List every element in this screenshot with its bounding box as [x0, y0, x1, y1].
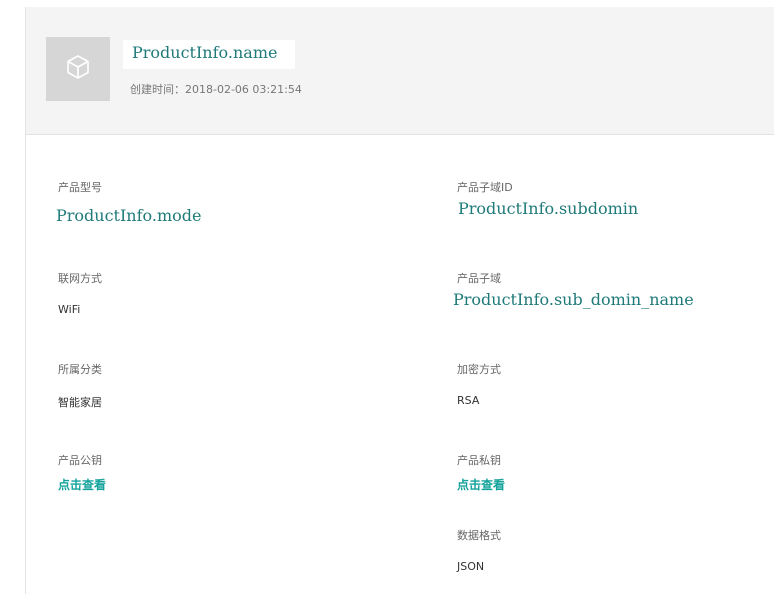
product-detail-panel: ProductInfo.name 创建时间：2018-02-06 03:21:5… [25, 7, 774, 594]
category-label: 所属分类 [58, 363, 102, 376]
created-time-label: 创建时间： [130, 83, 185, 96]
data-format-value: JSON [457, 560, 485, 573]
subdomain-value: ProductInfo.sub_domin_name [453, 290, 694, 309]
encryption-label: 加密方式 [457, 363, 501, 376]
product-header: ProductInfo.name 创建时间：2018-02-06 03:21:5… [26, 7, 774, 135]
network-label: 联网方式 [58, 272, 102, 285]
subdomain-label: 产品子域 [457, 272, 501, 285]
subdomain-id-label: 产品子域ID [457, 181, 513, 194]
view-private-key-link[interactable]: 点击查看 [457, 476, 505, 493]
private-key-label: 产品私钥 [457, 454, 501, 467]
network-value: WiFi [58, 303, 81, 316]
data-format-label: 数据格式 [457, 529, 501, 542]
product-thumbnail [46, 37, 110, 101]
product-name: ProductInfo.name [123, 40, 295, 69]
model-value: ProductInfo.mode [56, 206, 202, 225]
subdomain-id-value: ProductInfo.subdomin [458, 199, 639, 218]
cube-icon [64, 53, 92, 85]
encryption-value: RSA [457, 394, 480, 407]
created-time-value: 2018-02-06 03:21:54 [185, 83, 302, 96]
public-key-label: 产品公钥 [58, 454, 102, 467]
model-label: 产品型号 [58, 181, 102, 194]
view-public-key-link[interactable]: 点击查看 [58, 476, 106, 493]
created-time: 创建时间：2018-02-06 03:21:54 [130, 81, 302, 97]
category-value: 智能家居 [58, 396, 102, 409]
